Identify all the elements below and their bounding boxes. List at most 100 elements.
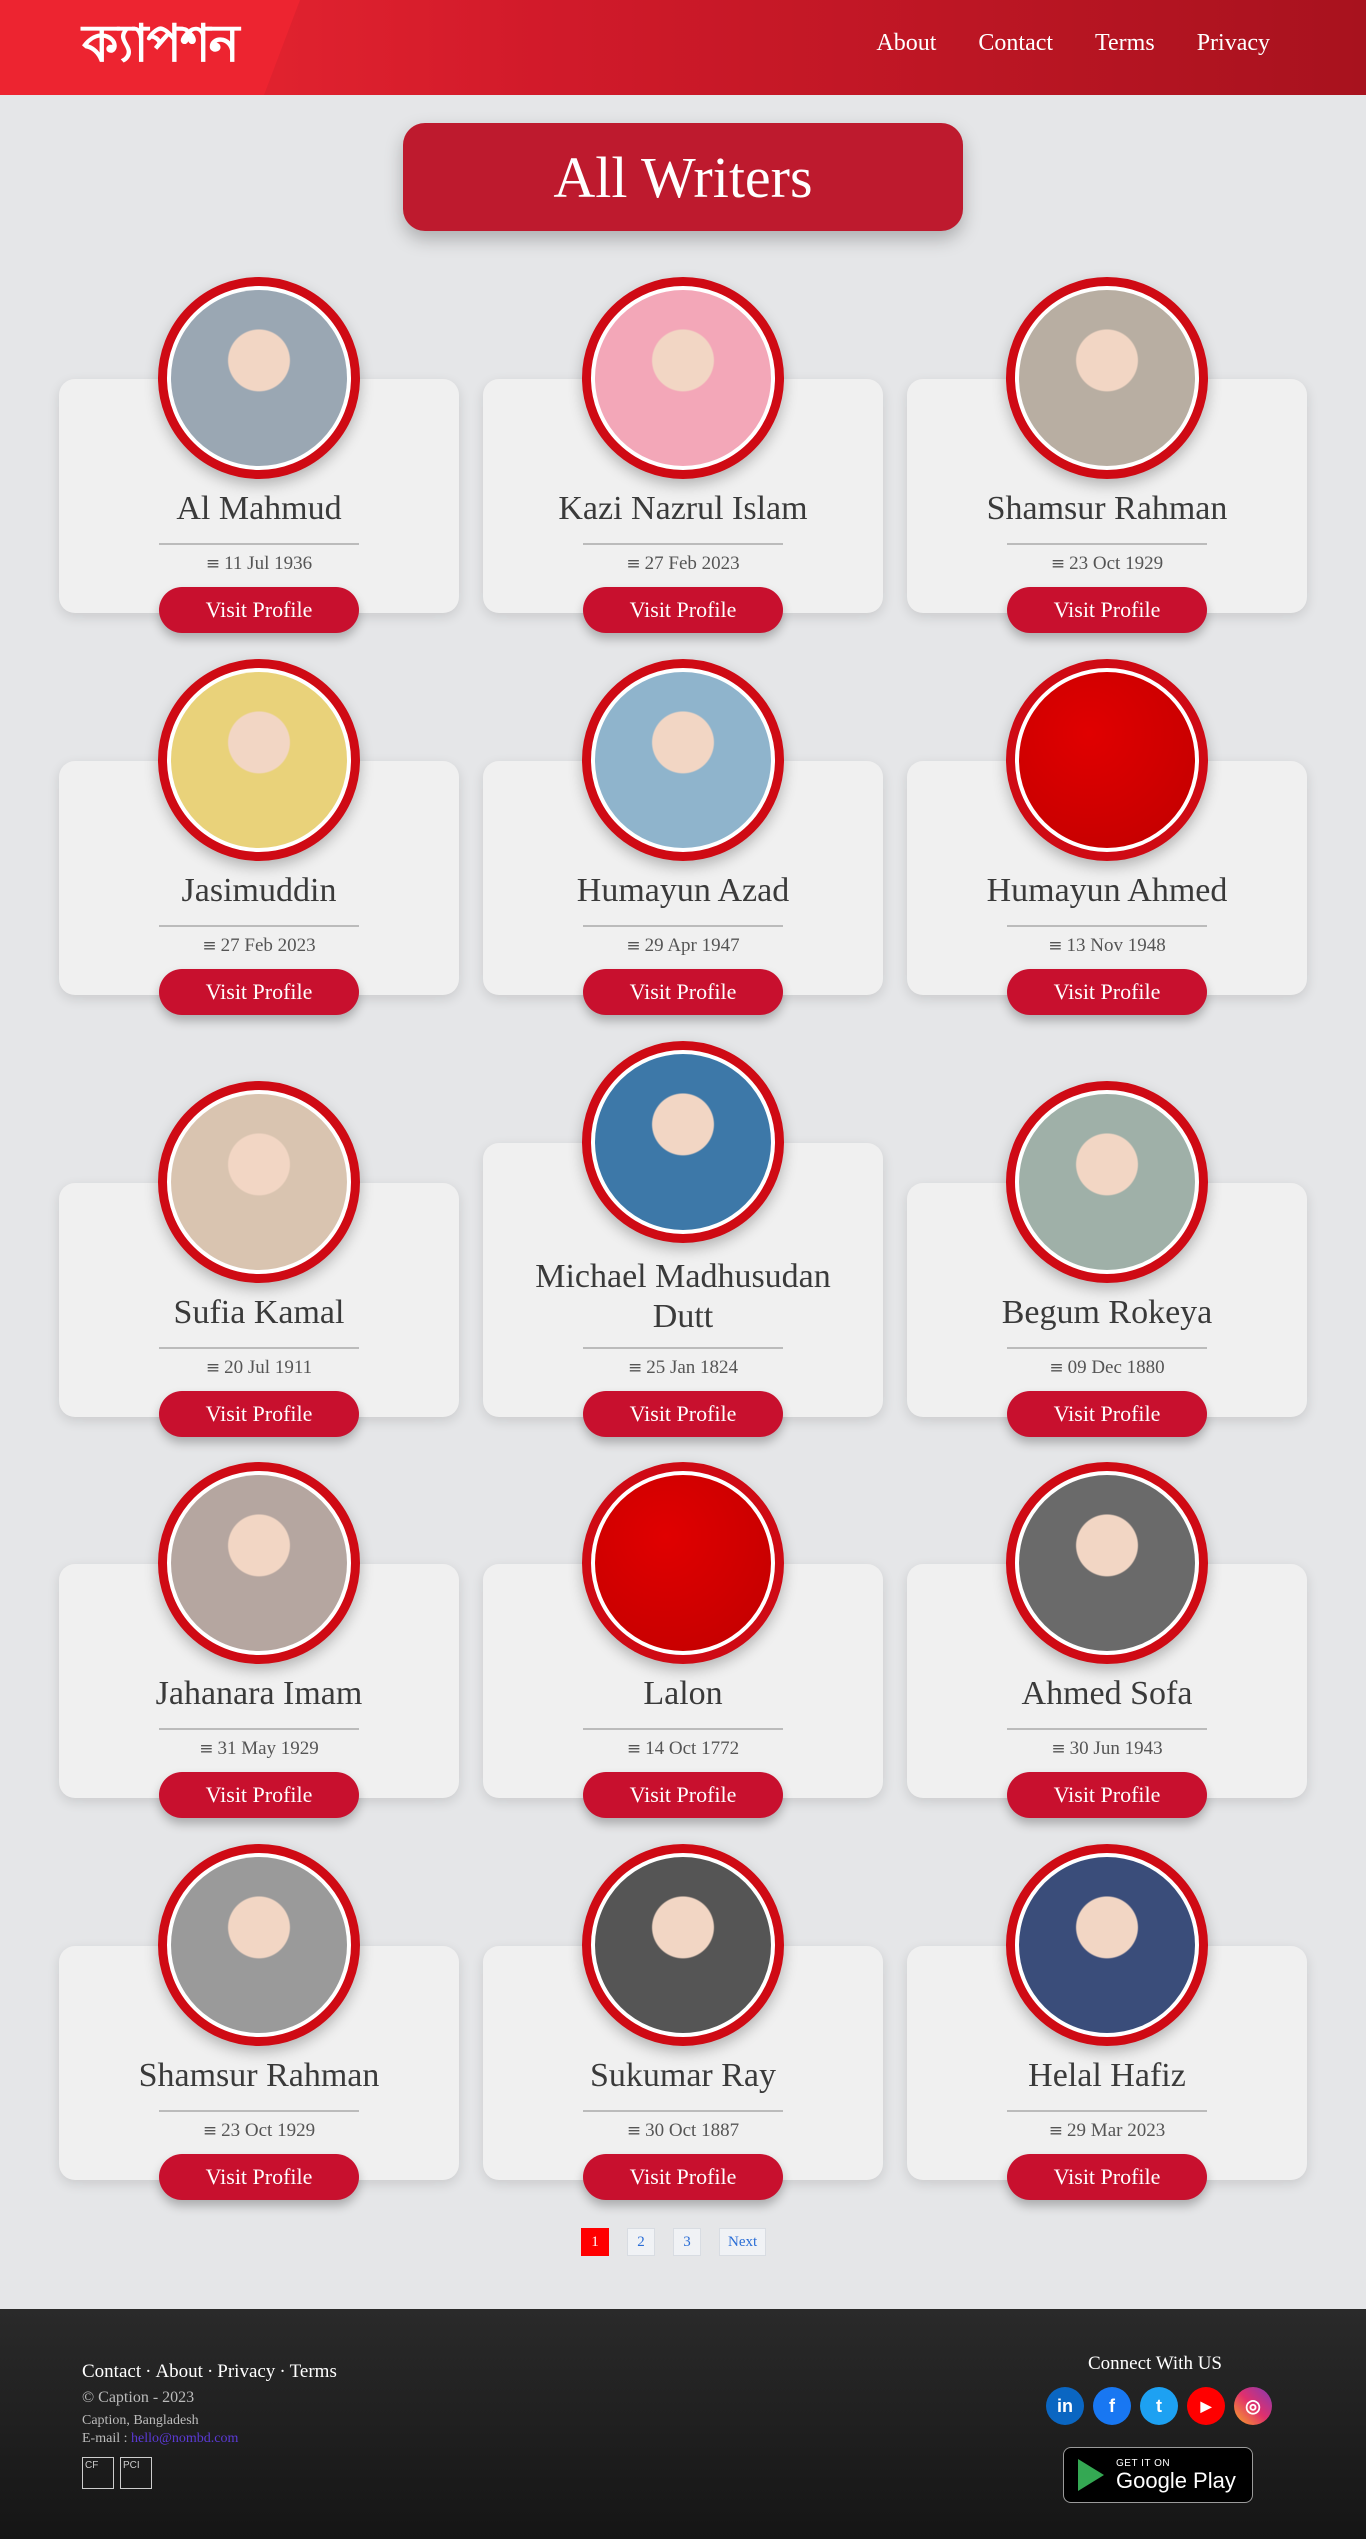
footer-copyright: © Caption - 2023: [82, 2389, 195, 2406]
visit-profile-button[interactable]: Visit Profile: [1007, 587, 1207, 633]
visit-profile-button[interactable]: Visit Profile: [583, 2154, 783, 2200]
birthday-cake-icon: ≡: [627, 1358, 643, 1378]
site-footer: Contact · About · Privacy · Terms © Caption - …: [0, 2309, 1366, 2539]
writer-avatar[interactable]: [1006, 1462, 1208, 1664]
writer-avatar[interactable]: [1006, 1081, 1208, 1283]
card-divider: [1007, 1347, 1207, 1349]
writer-name: Al Mahmud: [176, 490, 342, 527]
card-divider: [159, 543, 359, 545]
twitter-icon[interactable]: t: [1140, 2387, 1178, 2425]
writer-photo: [595, 1475, 771, 1651]
visit-profile-button[interactable]: Visit Profile: [159, 1772, 359, 1818]
writer-birth-date: ≡ 27 Feb 2023: [483, 553, 883, 575]
visit-profile-button[interactable]: Visit Profile: [159, 587, 359, 633]
nav-privacy[interactable]: Privacy: [1197, 30, 1270, 57]
footer-link-terms[interactable]: Terms: [290, 2361, 337, 2382]
footer-link-privacy[interactable]: Privacy: [217, 2361, 275, 2382]
nav-contact[interactable]: Contact: [978, 30, 1053, 57]
writer-avatar[interactable]: [582, 1041, 784, 1243]
footer-address: Caption, Bangladesh: [82, 2413, 199, 2428]
writer-name: Jasimuddin: [181, 872, 337, 909]
card-divider: [583, 925, 783, 927]
main-nav: About Contact Terms Privacy: [876, 30, 1270, 57]
footer-link-contact[interactable]: Contact: [82, 2361, 141, 2382]
pagination: 1 2 3 Next: [581, 2228, 767, 2256]
visit-profile-button[interactable]: Visit Profile: [583, 1391, 783, 1437]
card-divider: [159, 1347, 359, 1349]
writer-birth-date: ≡ 23 Oct 1929: [59, 2120, 459, 2142]
google-play-badge[interactable]: GET IT ON Google Play: [1063, 2447, 1253, 2503]
nav-about[interactable]: About: [876, 30, 936, 57]
writer-birth-date: ≡ 20 Jul 1911: [59, 1357, 459, 1379]
writer-name: Michael Madhusudan Dutt: [535, 1258, 831, 1335]
youtube-icon[interactable]: ▶: [1187, 2387, 1225, 2425]
writer-birth-date-text: 30 Jun 1943: [1069, 1738, 1163, 1759]
page-title-banner: All Writers: [403, 123, 963, 231]
writer-birth-date-text: 23 Oct 1929: [1069, 553, 1164, 574]
writer-avatar[interactable]: [1006, 659, 1208, 861]
writer-avatar[interactable]: [582, 1844, 784, 2046]
visit-profile-button[interactable]: Visit Profile: [583, 587, 783, 633]
visit-profile-button[interactable]: Visit Profile: [159, 2154, 359, 2200]
social-links: in f t ▶ ◎: [1046, 2387, 1272, 2425]
writer-photo: [1019, 1857, 1195, 2033]
writer-card: Humayun Azad ≡ 29 Apr 1947 Visit Profile: [483, 659, 883, 1015]
writer-avatar[interactable]: [1006, 277, 1208, 479]
writer-avatar[interactable]: [158, 1844, 360, 2046]
writer-birth-date: ≡ 25 Jan 1824: [483, 1357, 883, 1379]
page-next-button[interactable]: Next: [719, 2228, 767, 2256]
writer-avatar[interactable]: [582, 1462, 784, 1664]
writer-birth-date-text: 31 May 1929: [217, 1738, 319, 1759]
writer-birth-date-text: 13 Nov 1948: [1066, 935, 1166, 956]
birthday-cake-icon: ≡: [626, 936, 641, 956]
page-link-3[interactable]: 3: [673, 2228, 701, 2256]
card-divider: [1007, 925, 1207, 927]
writer-birth-date: ≡ 31 May 1929: [59, 1738, 459, 1760]
writer-birth-date-text: 29 Mar 2023: [1067, 2120, 1166, 2141]
writer-birth-date: ≡ 29 Apr 1947: [483, 935, 883, 957]
writer-birth-date-text: 09 Dec 1880: [1067, 1357, 1165, 1378]
writer-name: Shamsur Rahman: [986, 490, 1228, 527]
footer-email-link[interactable]: hello@nombd.com: [131, 2431, 238, 2446]
writer-avatar[interactable]: [158, 1462, 360, 1664]
page-title: All Writers: [553, 144, 813, 210]
writer-avatar[interactable]: [158, 1081, 360, 1283]
page-link-1[interactable]: 1: [581, 2228, 609, 2256]
card-divider: [583, 2110, 783, 2112]
visit-profile-button[interactable]: Visit Profile: [583, 1772, 783, 1818]
nav-terms[interactable]: Terms: [1095, 30, 1155, 57]
writer-name: Ahmed Sofa: [1021, 1675, 1193, 1712]
birthday-cake-icon: ≡: [1050, 554, 1066, 574]
writer-name: Sufia Kamal: [173, 1294, 345, 1331]
visit-profile-button[interactable]: Visit Profile: [1007, 1772, 1207, 1818]
writer-avatar[interactable]: [158, 659, 360, 861]
card-divider: [1007, 2110, 1207, 2112]
writer-card: Humayun Ahmed ≡ 13 Nov 1948 Visit Profile: [907, 659, 1307, 1015]
linkedin-icon[interactable]: in: [1046, 2387, 1084, 2425]
site-logo[interactable]: ক্যাপশন: [82, 14, 240, 74]
writer-avatar[interactable]: [1006, 1844, 1208, 2046]
writer-avatar[interactable]: [582, 659, 784, 861]
writer-birth-date: ≡ 29 Mar 2023: [907, 2120, 1307, 2142]
visit-profile-button[interactable]: Visit Profile: [1007, 2154, 1207, 2200]
writer-avatar[interactable]: [158, 277, 360, 479]
writer-photo: [171, 290, 347, 466]
card-divider: [583, 1728, 783, 1730]
visit-profile-button[interactable]: Visit Profile: [1007, 969, 1207, 1015]
google-play-icon: [1078, 2459, 1104, 2491]
birthday-cake-icon: ≡: [1051, 1739, 1066, 1759]
writer-card: Al Mahmud ≡ 11 Jul 1936 Visit Profile: [59, 277, 459, 633]
writer-avatar[interactable]: [582, 277, 784, 479]
writer-birth-date: ≡ 09 Dec 1880: [907, 1357, 1307, 1379]
visit-profile-button[interactable]: Visit Profile: [1007, 1391, 1207, 1437]
footer-link-about[interactable]: About: [155, 2361, 203, 2382]
page-link-2[interactable]: 2: [627, 2228, 655, 2256]
visit-profile-button[interactable]: Visit Profile: [159, 969, 359, 1015]
visit-profile-button[interactable]: Visit Profile: [583, 969, 783, 1015]
footer-email-label: E-mail :: [82, 2431, 131, 2446]
visit-profile-button[interactable]: Visit Profile: [159, 1391, 359, 1437]
card-divider: [583, 1347, 783, 1349]
instagram-icon[interactable]: ◎: [1234, 2387, 1272, 2425]
writer-birth-date-text: 14 Oct 1772: [645, 1738, 740, 1759]
facebook-icon[interactable]: f: [1093, 2387, 1131, 2425]
